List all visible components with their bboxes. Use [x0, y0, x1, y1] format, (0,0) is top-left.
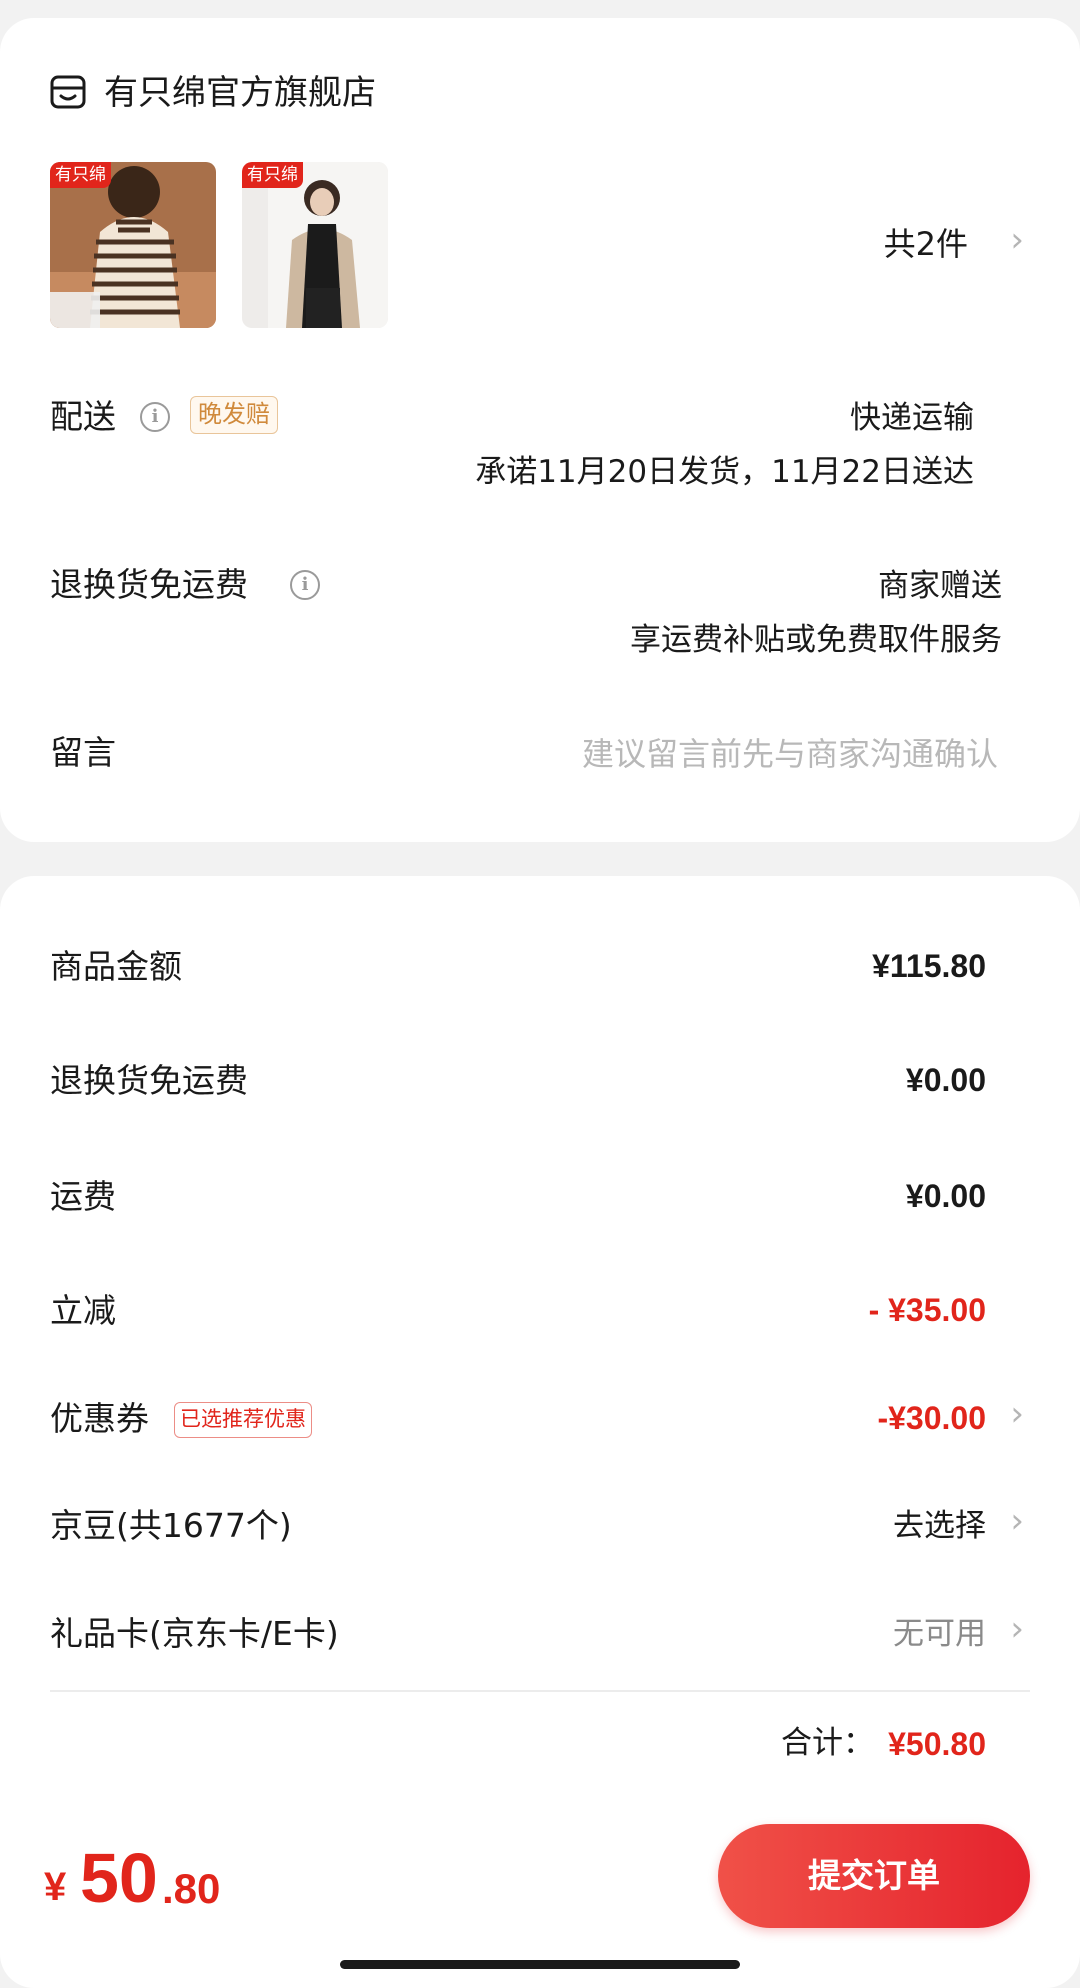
return-fee-value: ¥0.00 — [905, 1062, 986, 1098]
goods-amount-value: ¥115.80 — [872, 948, 986, 984]
coupon-value[interactable]: -¥30.00 — [877, 1396, 986, 1440]
divider — [50, 1690, 1030, 1692]
pay-amount-decimal: .80 — [162, 1865, 221, 1912]
total-label: 合计： — [781, 1725, 874, 1761]
jd-beans-select[interactable]: 去选择 — [893, 1504, 986, 1548]
product-thumbnail-1[interactable]: 有只绵 — [50, 162, 216, 328]
chevron-right-icon[interactable]: › — [1010, 1501, 1024, 1541]
goods-amount-label: 商品金额 — [50, 947, 182, 986]
coupon-label: 优惠券 — [50, 1399, 149, 1438]
instant-discount-value: - ¥35.00 — [868, 1292, 986, 1328]
delivery-label: 配送 — [50, 397, 116, 436]
order-items-card: 有只绵官方旗舰店 有只绵 有只绵 共2件 › 配送 i 晚发赔 快递运输 承诺1… — [0, 18, 1080, 842]
chevron-right-icon[interactable]: › — [1010, 1609, 1024, 1649]
home-indicator[interactable] — [340, 1960, 740, 1969]
chevron-right-icon[interactable]: › — [1010, 220, 1024, 260]
item-count[interactable]: 共2件 — [884, 222, 968, 266]
product-thumbnail-2[interactable]: 有只绵 — [242, 162, 388, 328]
delivery-method[interactable]: 快递运输 — [850, 396, 974, 440]
coupon-badge: 已选推荐优惠 — [174, 1402, 312, 1438]
thumbnail-tag: 有只绵 — [50, 162, 111, 188]
shipping-fee-value: ¥0.00 — [905, 1178, 986, 1214]
pay-currency: ¥ — [44, 1865, 67, 1909]
return-fee-label: 退换货免运费 — [50, 1061, 248, 1100]
return-shipping-desc: 享运费补贴或免费取件服务 — [630, 622, 1002, 658]
instant-discount-label: 立减 — [50, 1291, 116, 1330]
gift-card-value[interactable]: 无可用 — [893, 1612, 986, 1656]
jd-beans-label: 京豆(共1677个) — [50, 1506, 292, 1545]
late-delivery-badge: 晚发赔 — [190, 396, 278, 434]
pay-amount-integer: 50 — [80, 1839, 158, 1917]
info-icon[interactable]: i — [140, 402, 170, 432]
message-label: 留言 — [50, 733, 116, 772]
delivery-promise: 承诺11月20日发货，11月22日送达 — [475, 454, 974, 490]
store-icon — [50, 74, 86, 110]
gift-card-label: 礼品卡(京东卡/E卡) — [50, 1614, 339, 1653]
return-shipping-value: 商家赠送 — [878, 568, 1002, 604]
info-icon[interactable]: i — [290, 570, 320, 600]
shipping-fee-label: 运费 — [50, 1177, 116, 1216]
total-value: ¥50.80 — [888, 1726, 986, 1762]
thumbnail-tag: 有只绵 — [242, 162, 303, 188]
message-input[interactable]: 建议留言前先与商家沟通确认 — [582, 732, 998, 776]
return-shipping-label: 退换货免运费 — [50, 565, 248, 604]
chevron-right-icon[interactable]: › — [1010, 1394, 1024, 1434]
store-name[interactable]: 有只绵官方旗舰店 — [104, 70, 376, 116]
submit-order-button[interactable]: 提交订单 — [718, 1824, 1030, 1928]
